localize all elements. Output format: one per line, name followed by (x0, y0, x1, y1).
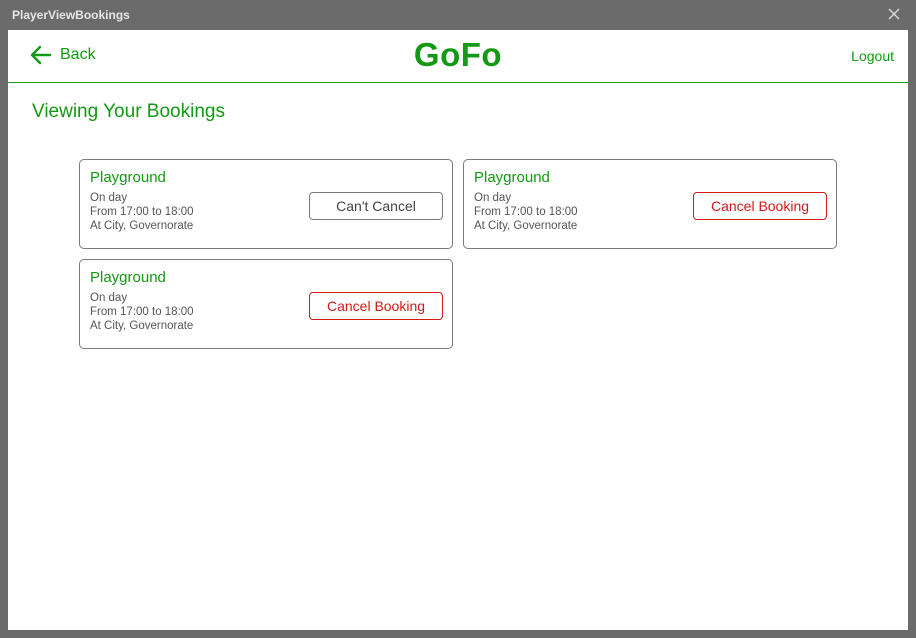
brand-logo: GoFo (413, 36, 503, 73)
booking-location: At City, Governorate (90, 320, 194, 332)
booking-card: Playground On day From 17:00 to 18:00 At… (463, 159, 837, 249)
booking-location: At City, Governorate (474, 220, 578, 232)
title-bar: PlayerViewBookings (0, 0, 916, 30)
cancel-booking-button[interactable]: Cancel Booking (309, 292, 443, 320)
booking-place: Playground (90, 169, 166, 186)
app-window: PlayerViewBookings Back GoFo Logout View… (0, 0, 916, 638)
booking-time: From 17:00 to 18:00 (90, 306, 194, 318)
booking-day: On day (90, 192, 128, 204)
cant-cancel-button[interactable]: Can't Cancel (309, 192, 443, 220)
page-title: Viewing Your Bookings (32, 101, 225, 122)
logout-link[interactable]: Logout (851, 48, 894, 64)
close-icon[interactable] (886, 6, 902, 22)
window-title: PlayerViewBookings (12, 8, 130, 22)
booking-time: From 17:00 to 18:00 (90, 206, 194, 218)
app-header: Back GoFo Logout (8, 30, 908, 83)
booking-location: At City, Governorate (90, 220, 194, 232)
booking-place: Playground (474, 169, 550, 186)
client-area: Back GoFo Logout Viewing Your Bookings P… (8, 30, 908, 630)
booking-place: Playground (90, 269, 166, 286)
booking-card: Playground On day From 17:00 to 18:00 At… (79, 159, 453, 249)
booking-time: From 17:00 to 18:00 (474, 206, 578, 218)
cancel-booking-button[interactable]: Cancel Booking (693, 192, 827, 220)
booking-day: On day (90, 292, 128, 304)
booking-day: On day (474, 192, 512, 204)
booking-card: Playground On day From 17:00 to 18:00 At… (79, 259, 453, 349)
